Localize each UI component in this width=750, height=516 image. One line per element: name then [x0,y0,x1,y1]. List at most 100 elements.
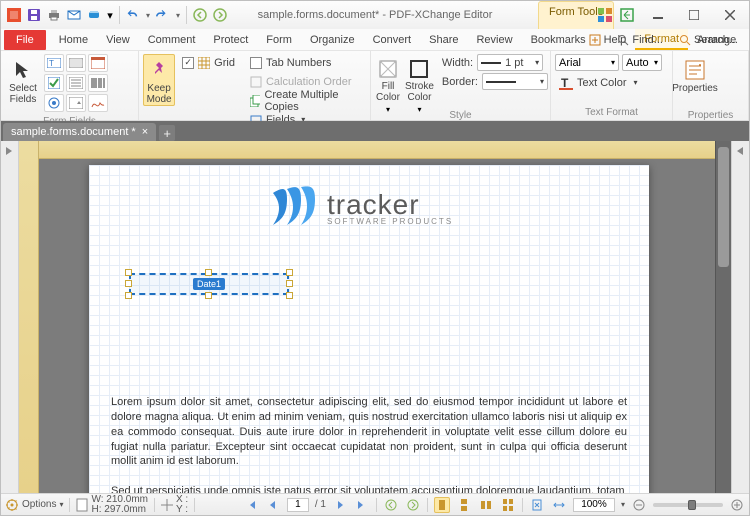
layout-two-icon[interactable] [478,497,494,513]
ribbon-tabs: File Home View Comment Protect Form Orga… [1,29,749,51]
page[interactable]: tracker SOFTWARE PRODUCTS Date1 [89,165,649,493]
page-input[interactable] [287,498,309,512]
nav-back-status-icon[interactable] [383,497,399,513]
text-color-button[interactable]: TText Color▾ [555,74,662,91]
zoom-dropdown-icon[interactable]: ▾ [621,500,625,509]
border-combo[interactable]: ▾ [482,73,548,90]
canvas[interactable]: tracker SOFTWARE PRODUCTS Date1 [39,141,715,493]
radio-icon[interactable] [44,94,64,112]
logo: tracker SOFTWARE PRODUCTS [269,185,453,229]
cursor-icon [11,58,35,82]
maximize-button[interactable] [679,5,709,25]
tab-share[interactable]: Share [420,29,467,50]
scrollbar-thumb[interactable] [718,147,729,267]
redo-icon[interactable] [154,6,172,24]
layout-two-cont-icon[interactable] [500,497,516,513]
undo-dropdown-icon[interactable]: ▾ [144,6,152,24]
grid-toggle[interactable]: ✓Grid [178,54,239,71]
qat-dropdown-icon[interactable]: ▾ [105,6,115,24]
zoom-slider-knob[interactable] [688,500,696,510]
vertical-scrollbar[interactable] [715,141,731,493]
tab-view[interactable]: View [97,29,139,50]
prev-page-icon[interactable] [265,497,281,513]
left-panel-bar [1,141,19,493]
next-page-icon[interactable] [332,497,348,513]
width-combo[interactable]: 1 pt▾ [477,54,543,71]
zoom-out-icon[interactable] [631,497,647,513]
checkbox-icon[interactable] [44,74,64,92]
ribbon: Select Fields T Form Fields [1,51,749,121]
combobox-icon[interactable] [66,94,86,112]
file-tab[interactable]: File [4,30,46,50]
print-icon[interactable] [45,6,63,24]
tab-numbers-toggle[interactable]: Tab Numbers [246,54,366,71]
find-button[interactable]: Find... [610,30,670,50]
create-copies-button[interactable]: Create Multiple Copies [246,92,366,109]
close-tab-icon[interactable]: × [142,126,148,138]
fit-width-icon[interactable] [551,497,567,513]
save-icon[interactable] [25,6,43,24]
tab-protect[interactable]: Protect [204,29,257,50]
select-fields-button[interactable]: Select Fields [5,54,41,106]
page-size-icon [76,498,88,512]
fill-color-button[interactable]: Fill Color ▾ [375,54,401,106]
font-size-combo[interactable]: Auto▾ [622,54,662,71]
app-icon [5,6,23,24]
stroke-color-button[interactable]: Stroke Color ▾ [404,54,435,106]
nav-fwd-icon[interactable] [211,6,229,24]
layout-continuous-icon[interactable] [456,497,472,513]
right-panel-bar [731,141,749,493]
barcode-icon[interactable] [88,74,108,92]
signature-icon[interactable] [88,94,108,112]
layout-single-icon[interactable] [434,497,450,513]
nav-back-icon[interactable] [191,6,209,24]
fit-page-icon[interactable] [529,497,545,513]
document-tab[interactable]: sample.forms.document *× [3,123,156,141]
listbox-icon[interactable] [66,74,86,92]
search-button[interactable]: Search... [672,30,745,50]
zoom-input[interactable] [573,498,615,512]
app-window: ▾ ▾ ▾ sample.forms.document* - PDF-XChan… [0,0,750,516]
textfield-icon[interactable]: T [44,54,64,72]
expand-right-panel-icon[interactable] [734,145,748,159]
tab-form[interactable]: Form [257,29,301,50]
border-label: Border: [442,76,478,88]
tab-comment[interactable]: Comment [139,29,205,50]
zoom-slider[interactable] [653,503,723,507]
email-icon[interactable] [65,6,83,24]
launch-app-icon[interactable] [617,6,637,24]
tab-organize[interactable]: Organize [301,29,364,50]
tab-convert[interactable]: Convert [364,29,421,50]
calc-order-button[interactable]: Calculation Order [246,73,366,90]
redo-dropdown-icon[interactable]: ▾ [174,6,182,24]
pin-icon [147,58,171,82]
font-combo[interactable]: Arial▾ [555,54,619,71]
nav-fwd-status-icon[interactable] [405,497,421,513]
date-icon[interactable] [88,54,108,72]
titlebar: ▾ ▾ ▾ sample.forms.document* - PDF-XChan… [1,1,749,29]
properties-button[interactable]: Properties [677,54,713,106]
scan-icon[interactable] [85,6,103,24]
last-page-icon[interactable] [354,497,370,513]
ui-options-icon[interactable] [595,6,615,24]
undo-icon[interactable] [124,6,142,24]
tab-home[interactable]: Home [50,29,97,50]
minimize-button[interactable] [643,5,673,25]
window-title: sample.forms.document* - PDF-XChange Edi… [258,9,493,21]
cursor-pos: X :Y : [161,495,188,515]
quick-launch-button[interactable] [582,30,608,50]
svg-text:T: T [49,59,54,68]
zoom-in-icon[interactable] [729,497,745,513]
first-page-icon[interactable] [243,497,259,513]
expand-left-panel-icon[interactable] [3,145,17,159]
stroke-color-icon [407,58,431,80]
keep-mode-button[interactable]: Keep Mode [143,54,175,106]
options-button[interactable]: Options▾ [5,498,63,512]
button-icon[interactable] [66,54,86,72]
tab-review[interactable]: Review [467,29,521,50]
body-text: Lorem ipsum dolor sit amet, consectetur … [111,395,627,493]
selected-date-field[interactable]: Date1 [129,273,289,295]
group-label-text: Text Format [551,106,672,120]
close-button[interactable] [715,5,745,25]
new-tab-button[interactable]: + [159,125,175,141]
